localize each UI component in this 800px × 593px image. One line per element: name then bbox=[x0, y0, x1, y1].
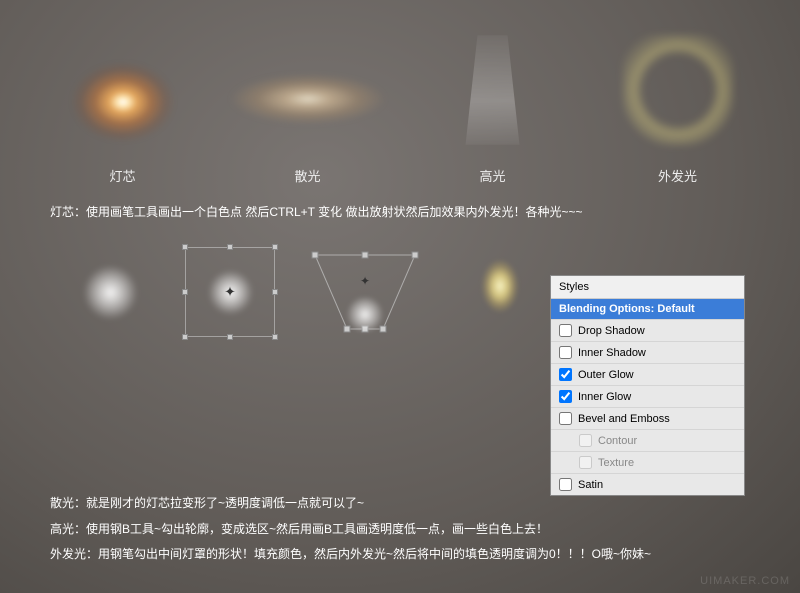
contour-label: Contour bbox=[598, 435, 637, 447]
wick-label: 灯芯 bbox=[109, 166, 135, 185]
inner-shadow-checkbox[interactable] bbox=[559, 346, 572, 359]
drop-shadow-checkbox[interactable] bbox=[559, 324, 572, 337]
blending-options-item[interactable]: Blending Options: Default bbox=[551, 299, 744, 320]
blending-options-label: Blending Options: Default bbox=[559, 303, 695, 315]
wick-visual bbox=[43, 20, 203, 160]
transform-bounds: ✦ bbox=[185, 247, 275, 337]
effect-wick: 灯芯 bbox=[38, 20, 208, 185]
contour-item[interactable]: Contour bbox=[551, 430, 744, 452]
trapezoid-demo: ✦ bbox=[300, 242, 430, 342]
texture-item[interactable]: Texture bbox=[551, 452, 744, 474]
drop-shadow-item[interactable]: Drop Shadow bbox=[551, 320, 744, 342]
svg-text:✦: ✦ bbox=[360, 274, 370, 288]
effect-highlight: 高光 bbox=[408, 20, 578, 185]
scatter-visual bbox=[228, 20, 388, 160]
inner-glow-checkbox[interactable] bbox=[559, 390, 572, 403]
scatter-label: 散光 bbox=[294, 166, 320, 185]
bevel-label: Bevel and Emboss bbox=[578, 413, 670, 425]
highlight-instruction: 高光：使用钢B工具~勾出轮廓，变成选区~然后用画B工具画透明度低一点，画一些白色… bbox=[50, 517, 651, 542]
drop-shadow-label: Drop Shadow bbox=[578, 325, 645, 337]
outer-glow-checkbox[interactable] bbox=[559, 368, 572, 381]
bottom-instructions: 散光：就是刚才的灯芯拉变形了~透明度调低一点就可以了~ 高光：使用钢B工具~勾出… bbox=[50, 491, 651, 567]
wick-instruction: 灯芯：使用画笔工具画出一个白色点 然后CTRL+T 变化 做出放射状然后加效果内… bbox=[0, 185, 800, 222]
texture-checkbox bbox=[579, 456, 592, 469]
inner-shadow-item[interactable]: Inner Shadow bbox=[551, 342, 744, 364]
bevel-checkbox[interactable] bbox=[559, 412, 572, 425]
highlight-label: 高光 bbox=[479, 166, 505, 185]
effect-outer-glow: 外发光 bbox=[593, 20, 763, 185]
texture-label: Texture bbox=[598, 457, 634, 469]
contour-checkbox bbox=[579, 434, 592, 447]
styles-header: Styles bbox=[551, 276, 744, 299]
satin-checkbox[interactable] bbox=[559, 478, 572, 491]
outer-glow-instruction: 外发光：用钢笔勾出中间灯罩的形状！填充颜色，然后内外发光~然后将中间的填色透明度… bbox=[50, 542, 651, 567]
transform-center-icon: ✦ bbox=[224, 284, 236, 301]
soft-dot-demo bbox=[60, 242, 160, 342]
outer-glow-label: 外发光 bbox=[658, 166, 697, 185]
outer-glow-visual bbox=[598, 20, 758, 160]
watermark: UIMAKER.COM bbox=[700, 575, 790, 587]
outer-glow-item[interactable]: Outer Glow bbox=[551, 364, 744, 386]
highlight-visual bbox=[413, 20, 573, 160]
effect-scatter: 散光 bbox=[223, 20, 393, 185]
transform-demo: ✦ bbox=[180, 242, 280, 342]
bevel-emboss-item[interactable]: Bevel and Emboss bbox=[551, 408, 744, 430]
inner-glow-label: Inner Glow bbox=[578, 391, 631, 403]
outer-glow-style-label: Outer Glow bbox=[578, 369, 634, 381]
inner-glow-item[interactable]: Inner Glow bbox=[551, 386, 744, 408]
layer-styles-panel[interactable]: Styles Blending Options: Default Drop Sh… bbox=[550, 275, 745, 496]
yellow-glow-demo bbox=[450, 242, 550, 342]
top-effects-row: 灯芯 散光 高光 外发光 bbox=[0, 0, 800, 185]
scatter-instruction: 散光：就是刚才的灯芯拉变形了~透明度调低一点就可以了~ bbox=[50, 491, 651, 516]
satin-label: Satin bbox=[578, 479, 603, 491]
inner-shadow-label: Inner Shadow bbox=[578, 347, 646, 359]
